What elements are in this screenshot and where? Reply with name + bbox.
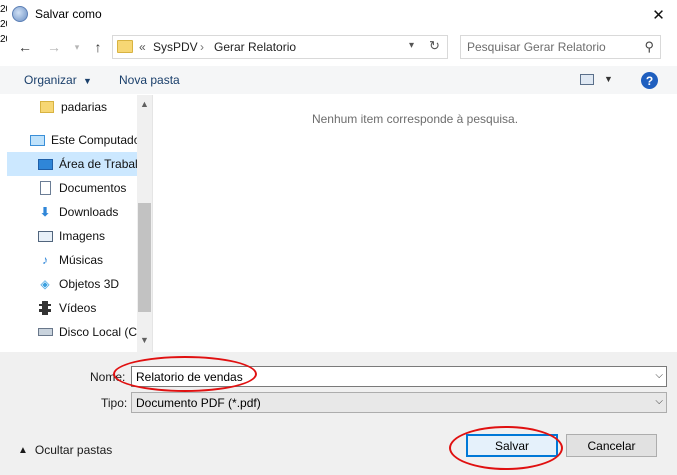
breadcrumb-separator[interactable]: › <box>200 40 204 54</box>
fragment-text: 20 <box>0 19 7 30</box>
nav-item-label: Disco Local (C:) <box>59 325 138 339</box>
hide-folders-label: Ocultar pastas <box>34 443 113 457</box>
chevron-down-icon: ⌵ <box>655 396 663 407</box>
nav-item-label: Documentos <box>59 181 127 195</box>
nav-item-label: Downloads <box>59 205 119 219</box>
scroll-down-icon[interactable]: ▼ <box>137 333 152 347</box>
recent-locations-button[interactable]: ▾ <box>66 36 88 58</box>
app-icon <box>12 6 28 22</box>
fragment-text: 20 <box>0 34 7 45</box>
file-type-value: Documento PDF (*.pdf) <box>136 396 261 410</box>
nav-item-local-disk[interactable]: Disco Local (C:) <box>7 320 138 344</box>
organize-menu[interactable]: Organizar ▼ <box>24 73 92 87</box>
up-arrow-icon: ↑ <box>94 39 102 55</box>
chevron-down-icon: ▾ <box>74 41 80 52</box>
desktop-icon <box>37 157 53 171</box>
annotation-circle-save <box>449 426 563 470</box>
view-dropdown-icon[interactable]: ▼ <box>604 74 613 84</box>
breadcrumb-overflow[interactable]: « <box>139 40 146 54</box>
music-icon: ♪ <box>42 253 48 267</box>
chevron-down-icon: ▼ <box>83 76 92 86</box>
nav-item-videos[interactable]: Vídeos <box>7 296 138 320</box>
videos-icon <box>37 301 53 315</box>
navigation-pane: padarias Este Computador Área de Trabalh… <box>7 95 152 352</box>
nav-item-label: Objetos 3D <box>59 277 120 291</box>
nav-item-this-pc[interactable]: Este Computador <box>7 128 138 152</box>
chevron-down-icon[interactable]: ⌵ <box>655 370 663 381</box>
close-button[interactable]: ✕ <box>640 0 677 30</box>
nav-item-desktop[interactable]: Área de Trabalho <box>7 152 138 176</box>
chevron-up-icon: ▲ <box>18 444 28 456</box>
nav-item-padarias[interactable]: padarias <box>7 95 138 119</box>
window-title: Salvar como <box>35 7 102 21</box>
back-button[interactable]: ← <box>14 36 36 58</box>
organize-label: Organizar <box>24 73 77 87</box>
nav-item-music[interactable]: ♪ Músicas <box>7 248 138 272</box>
hide-folders-toggle[interactable]: ▲ Ocultar pastas <box>18 443 112 457</box>
search-input[interactable] <box>467 39 637 55</box>
search-box[interactable]: ⚲ <box>460 35 661 59</box>
empty-results-message: Nenhum item corresponde à pesquisa. <box>311 112 519 126</box>
downloads-icon: ⬇ <box>39 205 51 219</box>
folder-icon <box>117 40 133 53</box>
background-window-fragment: 20 20 20 <box>0 2 7 62</box>
nav-item-label: Vídeos <box>59 301 97 315</box>
address-dropdown-icon[interactable]: ▾ <box>409 40 414 51</box>
folder-icon <box>39 100 55 114</box>
fragment-text: 20 <box>0 4 7 15</box>
back-arrow-icon: ← <box>18 39 32 55</box>
nav-item-downloads[interactable]: ⬇ Downloads <box>7 200 138 224</box>
forward-arrow-icon: → <box>47 39 61 55</box>
pane-divider[interactable] <box>152 95 153 352</box>
breadcrumb-gerar-relatorio[interactable]: Gerar Relatorio <box>214 40 296 54</box>
cube-icon: ◈ <box>40 277 50 291</box>
scroll-up-icon[interactable]: ▲ <box>137 97 152 111</box>
file-type-select[interactable]: Documento PDF (*.pdf) ⌵ <box>131 392 667 413</box>
up-button[interactable]: ↑ <box>87 36 109 58</box>
view-options-icon[interactable] <box>580 74 594 85</box>
forward-button[interactable]: → <box>43 36 65 58</box>
nav-item-documents[interactable]: Documentos <box>7 176 138 200</box>
breadcrumb-syspdv[interactable]: SysPDV <box>153 40 198 54</box>
toolbar <box>0 66 677 94</box>
cancel-button[interactable]: Cancelar <box>566 434 657 457</box>
documents-icon <box>37 181 53 195</box>
annotation-circle-filename <box>113 356 257 392</box>
search-icon[interactable]: ⚲ <box>644 39 654 55</box>
nav-item-label: padarias <box>61 100 108 114</box>
scrollbar-thumb[interactable] <box>138 203 151 312</box>
drive-icon <box>37 325 53 339</box>
help-icon[interactable]: ? <box>641 72 658 89</box>
nav-item-label: Área de Trabalho <box>59 157 138 171</box>
nav-item-label: Músicas <box>59 253 104 267</box>
nav-item-pictures[interactable]: Imagens <box>7 224 138 248</box>
close-icon: ✕ <box>652 7 665 24</box>
nav-item-label: Imagens <box>59 229 106 243</box>
file-type-label: Tipo: <box>101 396 128 410</box>
pictures-icon <box>37 229 53 243</box>
new-folder-button[interactable]: Nova pasta <box>119 73 180 87</box>
computer-icon <box>29 133 45 147</box>
nav-item-label: Este Computador <box>51 133 138 147</box>
address-bar[interactable]: « SysPDV › Gerar Relatorio ▾ ↻ <box>112 35 448 59</box>
nav-item-3d-objects[interactable]: ◈ Objetos 3D <box>7 272 138 296</box>
refresh-icon[interactable]: ↻ <box>429 38 440 54</box>
